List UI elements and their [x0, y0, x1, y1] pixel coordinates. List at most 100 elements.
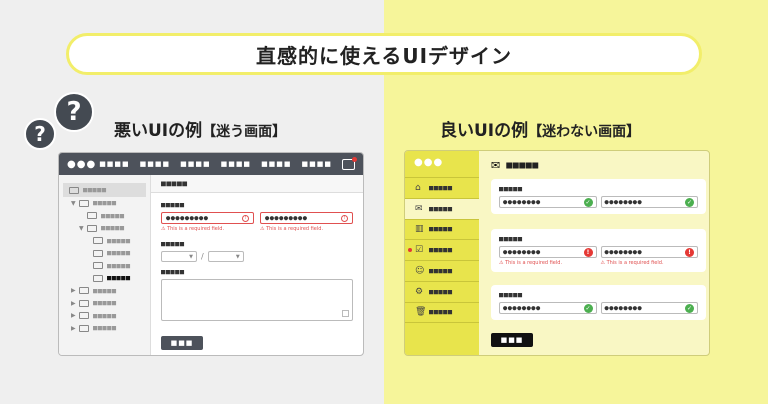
tree-item[interactable]: ▶ ■■■■■ [59, 297, 150, 310]
field-label: ■■■■■ [499, 235, 523, 243]
error-message: ⚠ This is a required field. [600, 260, 664, 266]
tree-root[interactable]: ■■■■■ [63, 183, 146, 197]
error-message: ⚠ This is a required field. [499, 260, 563, 266]
text-input-valid[interactable]: ●●●●●●●● ✓ [600, 196, 698, 208]
tree-item[interactable]: ■■■■■ [59, 247, 150, 260]
folder-icon [79, 287, 89, 295]
top-menu-item[interactable]: ■■■■ [261, 160, 291, 168]
tree-item[interactable]: ▼ ■■■■■ [59, 197, 150, 210]
tree-item[interactable]: ▶ ■■■■■ [59, 322, 150, 335]
form-card-error: ■■■■■ ●●●●●●●●! ●●●●●●●●! ⚠ This is a re… [491, 229, 706, 272]
good-main-panel: ✉ ■■■■■ ■■■■■ ●●●●●●●● ✓ ●●●●●●●● ✓ ■■■■■ … [479, 151, 709, 355]
top-menu-item[interactable]: ■■■■ [180, 160, 210, 168]
folder-icon [79, 199, 89, 207]
error-icon: ! [583, 247, 593, 257]
folder-icon [93, 262, 103, 270]
tree-item-active[interactable]: ■■■■■ [59, 272, 150, 285]
form-card-valid: ■■■■■ ●●●●●●●● ✓ ●●●●●●●● ✓ [491, 179, 706, 214]
text-input-valid[interactable]: ●●●●●●●● ✓ [499, 302, 597, 314]
sidebar-label: ■■■■■ [429, 287, 453, 296]
submit-button[interactable]: ■■■ [491, 333, 533, 347]
tree-item-label: ■■■■■ [101, 211, 125, 220]
submit-button[interactable]: ■■■ [161, 336, 203, 350]
text-input-error[interactable]: ●●●●●●●●●! [161, 212, 254, 224]
bad-logo: ●●● [67, 158, 97, 170]
select-dropdown[interactable]: ▼ [161, 251, 197, 262]
error-message: ⚠ This is a required field. [260, 226, 324, 232]
top-menu-item[interactable]: ■■■■ [99, 160, 129, 168]
sidebar-item-settings[interactable]: ⚙ ■■■■■ [405, 280, 479, 302]
top-menu-item[interactable]: ■■■■ [221, 160, 251, 168]
bad-example-label: 悪いUIの例【迷う画面】 [114, 116, 286, 141]
tree-item[interactable]: ■■■■■ [59, 235, 150, 248]
error-icon: ! [341, 214, 348, 222]
tree-item-label: ■■■■■ [107, 274, 131, 283]
folder-icon [79, 312, 89, 320]
field-label: ■■■■■ [161, 201, 185, 209]
field-label: ■■■■■ [161, 268, 185, 276]
folder-icon [93, 237, 103, 245]
tree-item-label: ■■■■■ [93, 286, 117, 295]
chat-notification-icon[interactable] [342, 156, 357, 170]
input-value: ●●●●●●●● [503, 198, 541, 206]
tree-item-label: ■■■■■ [107, 236, 131, 245]
folder-icon [69, 186, 79, 194]
tree-item[interactable]: ■■■■■ [59, 210, 150, 223]
folder-icon [87, 224, 97, 232]
folder-icon [93, 274, 103, 282]
good-sidebar: ●●● ⌂ ■■■■■ ✉ ■■■■■ ▥ ■■■■■ ☑ ■■■■■ ☺ ■■■■■ ⚙… [405, 151, 479, 355]
bad-top-menu: ■■■■ ■■■■ ■■■■ ■■■■ ■■■■ ■■■■ [99, 156, 357, 170]
tree-item-label: ■■■■■ [93, 324, 117, 333]
bad-label-sub: 【迷う画面】 [202, 124, 287, 140]
home-icon: ⌂ [415, 182, 421, 193]
sidebar-item-home[interactable]: ⌂ ■■■■■ [405, 177, 479, 198]
headline: 直感的に使えるUIデザイン [255, 43, 513, 68]
check-icon: ✓ [583, 197, 593, 207]
check-icon: ✓ [583, 303, 593, 313]
chevron-right-icon: ▶ [71, 299, 76, 307]
text-input-error[interactable]: ●●●●●●●●●! [260, 212, 353, 224]
textarea[interactable] [161, 279, 353, 321]
text-input-valid[interactable]: ●●●●●●●● ✓ [600, 302, 698, 314]
text-input-error[interactable]: ●●●●●●●●! [600, 246, 698, 258]
tree-item[interactable]: ■■■■■ [59, 260, 150, 273]
question-bubble-small-icon: ? [24, 118, 56, 150]
error-message: ⚠ This is a required field. [161, 226, 225, 232]
sidebar-item-mail[interactable]: ✉ ■■■■■ [405, 197, 479, 219]
chevron-down-icon: ▼ [235, 253, 240, 260]
sidebar-item-tasks[interactable]: ☑ ■■■■■ [405, 239, 479, 260]
bad-topbar: ●●● ■■■■ ■■■■ ■■■■ ■■■■ ■■■■ ■■■■ [59, 153, 363, 175]
sidebar-item-trash[interactable]: 🗑 ■■■■■ [405, 301, 479, 323]
folder-icon [87, 212, 97, 220]
tree-item[interactable]: ▶ ■■■■■ [59, 310, 150, 323]
bad-label-main: 悪いUIの例 [114, 121, 203, 141]
error-icon: ! [685, 247, 694, 257]
top-menu-item[interactable]: ■■■■ [302, 160, 332, 168]
input-value: ●●●●●●●● [604, 304, 643, 312]
text-input-error[interactable]: ●●●●●●●●! [499, 246, 597, 258]
mail-icon: ✉ [491, 158, 501, 172]
good-ui-window: ●●● ⌂ ■■■■■ ✉ ■■■■■ ▥ ■■■■■ ☑ ■■■■■ ☺ ■■■■■ ⚙… [404, 150, 710, 356]
input-value: ●●●●●●●● [503, 304, 541, 312]
input-value: ●●●●●●●●● [166, 214, 209, 222]
sidebar-label: ■■■■■ [429, 225, 453, 234]
text-input-valid[interactable]: ●●●●●●●● ✓ [499, 196, 597, 208]
chart-icon: ▥ [415, 224, 424, 235]
top-menu-item[interactable]: ■■■■ [140, 160, 170, 168]
sidebar-item-user[interactable]: ☺ ■■■■■ [405, 260, 479, 281]
good-example-label: 良いUIの例【迷わない画面】 [440, 116, 640, 141]
folder-icon [93, 249, 103, 257]
input-value: ●●●●●●●●● [265, 214, 308, 222]
headline-banner: 直感的に使えるUIデザイン [66, 33, 702, 75]
notification-dot [408, 248, 412, 253]
folder-icon [79, 299, 89, 307]
tree-item[interactable]: ▼ ■■■■■ [59, 222, 150, 235]
field-label: ■■■■■ [499, 291, 523, 299]
select-dropdown[interactable]: ▼ [207, 251, 244, 262]
check-icon: ✓ [685, 197, 694, 207]
sidebar-item-chart[interactable]: ▥ ■■■■■ [405, 218, 479, 240]
tree-root-label: ■■■■■ [83, 186, 107, 194]
tree-item[interactable]: ▶ ■■■■■ [59, 285, 150, 298]
good-label-main: 良いUIの例 [440, 121, 529, 141]
chevron-right-icon: ▶ [71, 324, 76, 332]
